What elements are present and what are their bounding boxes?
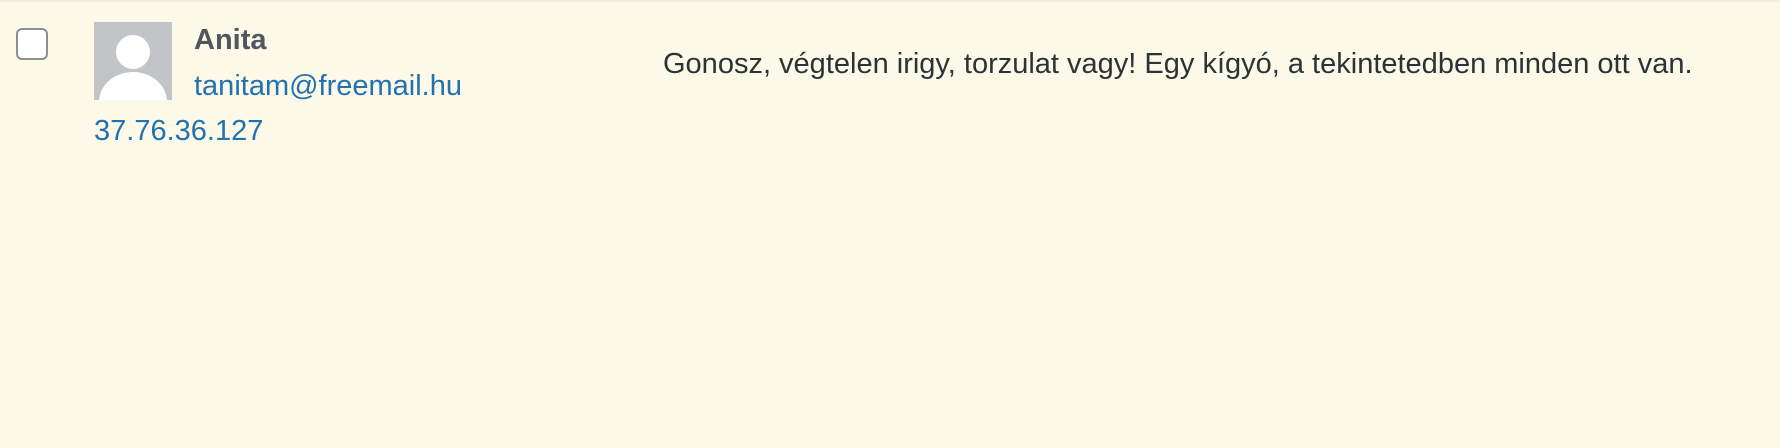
checkbox-column [0,0,72,448]
select-comment-checkbox[interactable] [16,28,48,60]
default-avatar-icon [94,22,172,100]
comment-author-email-link[interactable]: tanitam@freemail.hu [194,70,462,103]
comment-text: Gonosz, végtelen irigy, torzulat vagy! E… [663,48,1693,80]
comment-row: Anita tanitam@freemail.hu 37.76.36.127 G… [0,0,1780,448]
comment-author-ip-link[interactable]: 37.76.36.127 [94,115,263,148]
avatar-silhouette-icon [94,22,172,100]
comment-author-name: Anita [194,24,267,56]
row-divider [0,0,1780,2]
